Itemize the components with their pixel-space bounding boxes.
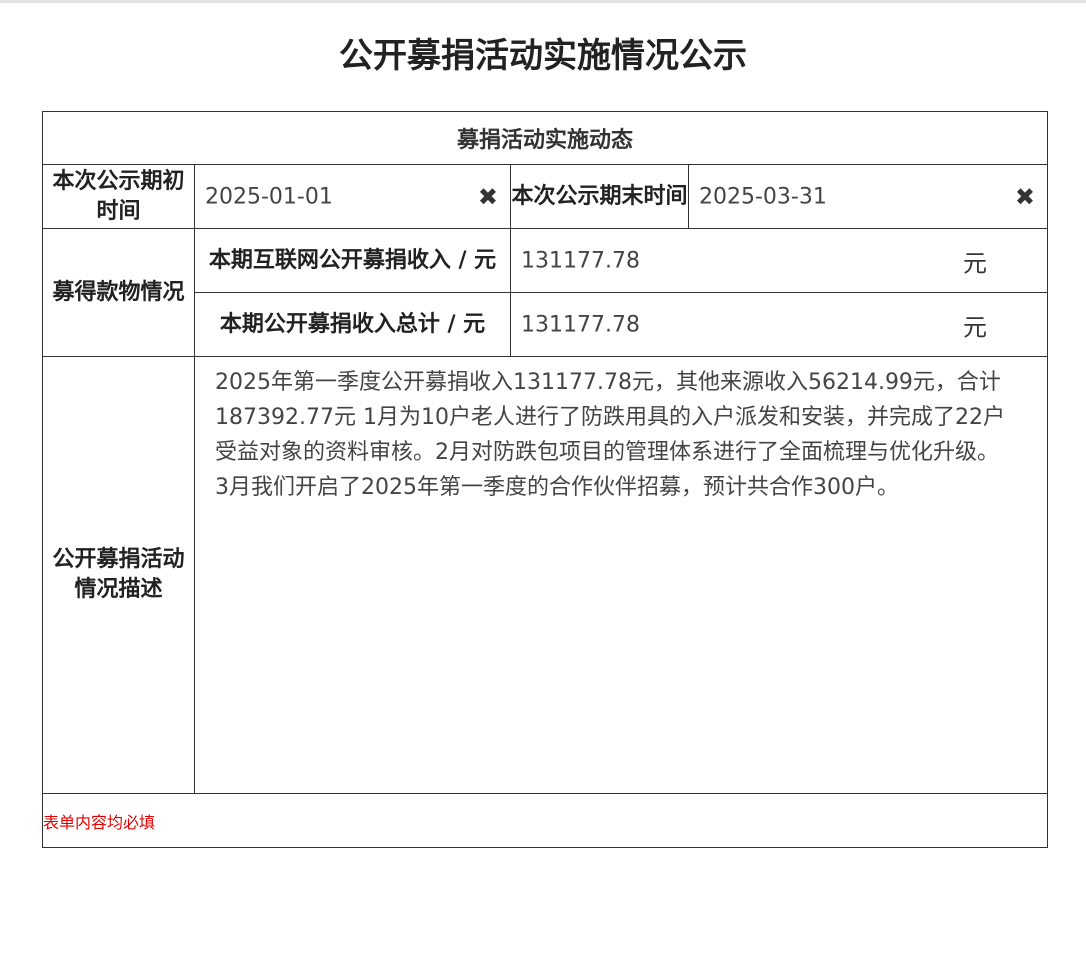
end-date-label: 本次公示期末时间 xyxy=(510,164,689,229)
total-income-value: 131177.78 xyxy=(521,312,640,337)
section-title: 募捐活动实施动态 xyxy=(41,111,1049,165)
end-date-field[interactable]: 2025-03-31 ✖ xyxy=(687,164,1049,229)
start-date-field[interactable]: 2025-01-01 ✖ xyxy=(194,164,511,229)
top-bar xyxy=(0,0,1086,3)
internet-income-field[interactable]: 131177.78 元 xyxy=(509,228,1049,293)
start-date-label: 本次公示期初时间 xyxy=(42,164,195,229)
internet-income-label: 本期互联网公开募捐收入 / 元 xyxy=(194,228,511,293)
disclosure-form: 募捐活动实施动态 本次公示期初时间 2025-01-01 ✖ 本次公示期末时间 … xyxy=(41,111,1049,848)
clear-x-icon[interactable]: ✖ xyxy=(478,183,498,211)
start-date-value: 2025-01-01 xyxy=(205,184,333,209)
end-date-value: 2025-03-31 xyxy=(699,184,827,209)
funds-label: 募得款物情况 xyxy=(42,228,195,357)
description-textarea[interactable]: 2025年第一季度公开募捐收入131177.78元，其他来源收入56214.99… xyxy=(193,356,1049,794)
total-income-label: 本期公开募捐收入总计 / 元 xyxy=(194,292,511,357)
required-note: 表单内容均必填 xyxy=(41,793,1049,848)
description-label: 公开募捐活动情况描述 xyxy=(42,356,195,794)
internet-income-unit: 元 xyxy=(963,249,988,277)
internet-income-value: 131177.78 xyxy=(521,248,640,273)
page-title: 公开募捐活动实施情况公示 xyxy=(339,36,747,76)
total-income-field[interactable]: 131177.78 元 xyxy=(509,292,1049,357)
total-income-unit: 元 xyxy=(963,313,988,341)
clear-x-icon[interactable]: ✖ xyxy=(1015,183,1035,211)
